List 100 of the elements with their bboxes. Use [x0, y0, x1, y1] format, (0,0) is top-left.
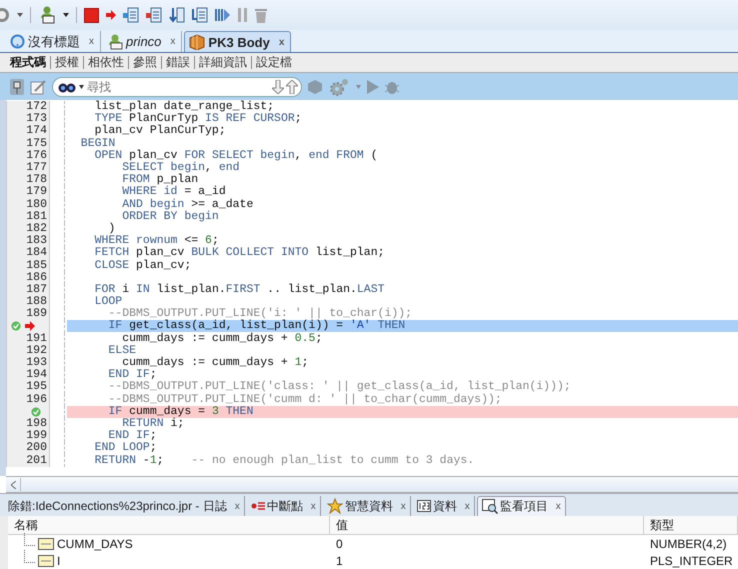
- package-icon: [189, 34, 206, 50]
- line-number: 182: [26, 222, 47, 235]
- line-number: 189: [26, 308, 47, 320]
- line-number: 180: [26, 198, 47, 211]
- code-line: SELECT begin, end: [121, 162, 241, 174]
- step-to-end-icon[interactable]: [192, 7, 208, 23]
- line-number: 173: [26, 113, 47, 126]
- close-icon[interactable]: x: [234, 500, 240, 512]
- step-out-icon[interactable]: [169, 7, 185, 23]
- step-over-icon[interactable]: [123, 7, 139, 23]
- step-into-icon[interactable]: [146, 7, 162, 23]
- edit-icon[interactable]: [30, 78, 46, 94]
- close-icon[interactable]: x: [400, 500, 406, 512]
- line-number: 185: [26, 260, 47, 272]
- code-line: --DBMS_OUTPUT.PUT_LINE('cumm d: ' || to_char(cumm_days));: [107, 394, 503, 406]
- resume-icon[interactable]: [215, 8, 231, 22]
- caret-icon[interactable]: [63, 13, 69, 17]
- tab[interactable]: 程式碼: [6, 56, 51, 69]
- code-line: OPEN plan_cv FOR SELECT begin, end FROM (: [94, 150, 379, 162]
- down-arrow-icon[interactable]: [272, 80, 284, 94]
- line-number: 201: [26, 454, 47, 467]
- code-line: LOOP: [94, 296, 122, 308]
- line-number: 198: [26, 418, 47, 430]
- line-number: 200: [26, 442, 47, 454]
- line-number: 178: [26, 174, 47, 186]
- code-line: AND begin >= a_date: [121, 198, 254, 211]
- code-line: END LOOP;: [94, 442, 158, 454]
- caret-icon[interactable]: [79, 84, 84, 88]
- close-icon[interactable]: x: [170, 36, 176, 47]
- code-line: list_plan date_range_list;: [94, 101, 274, 114]
- line-number: 192: [26, 344, 47, 357]
- line-number: 177: [26, 162, 47, 174]
- line-number: 183: [26, 235, 47, 248]
- watch-icon: [482, 499, 498, 514]
- table-cell-text: PLS_INTEGER: [649, 552, 734, 569]
- editor-tab[interactable]: PK3 Body x: [184, 31, 292, 52]
- tab[interactable]: 詳細資訊: [195, 56, 252, 69]
- column-header[interactable]: 值: [330, 516, 644, 535]
- code-line: FROM p_plan: [121, 174, 198, 186]
- caret-icon[interactable]: [17, 13, 23, 17]
- line-number: 176: [26, 150, 47, 162]
- code-line: ): [107, 222, 116, 235]
- code-line: END IF;: [107, 369, 157, 382]
- close-icon[interactable]: x: [89, 36, 94, 47]
- column-header[interactable]: 類型: [644, 516, 738, 535]
- tab[interactable]: 設定檔: [252, 56, 296, 69]
- number-icon: [416, 500, 431, 512]
- code-line: FETCH plan_cv BULK COLLECT INTO list_plan;: [94, 247, 386, 260]
- close-icon[interactable]: x: [464, 500, 470, 512]
- code-line: cumm_days := cumm_days + 1;: [122, 357, 310, 370]
- arrow-icon[interactable]: [106, 10, 116, 20]
- editor-tab[interactable]: princo x: [103, 31, 182, 52]
- line-number: 175: [26, 138, 47, 150]
- binoculars-icon[interactable]: [58, 80, 78, 92]
- column-header[interactable]: 名稱: [8, 516, 330, 535]
- horizontal-scrollbar[interactable]: [6, 476, 738, 493]
- trash-icon[interactable]: [255, 8, 267, 22]
- variable-name: I: [57, 554, 60, 568]
- code-line: cumm_days := cumm_days + 0.5;: [121, 332, 324, 345]
- code-line: END IF;: [108, 430, 158, 442]
- line-number: 184: [26, 247, 47, 260]
- code-line: TYPE PlanCurTyp IS REF CURSOR;: [94, 113, 303, 126]
- tab[interactable]: 相依性: [84, 56, 129, 69]
- close-icon[interactable]: x: [310, 500, 316, 512]
- line-number: 194: [26, 369, 47, 382]
- code-line: ELSE: [107, 344, 136, 357]
- line-number: 179: [26, 186, 47, 198]
- line-number: 172: [26, 101, 47, 114]
- editor-tab[interactable]: 沒有標題 x: [6, 31, 101, 52]
- code-line: RETURN -1; -- no enough plan_list to cumm to 3 days.: [94, 454, 476, 467]
- line-number: 181: [26, 210, 47, 223]
- line-number: 186: [26, 272, 47, 284]
- close-icon[interactable]: x: [278, 36, 284, 48]
- pin-icon[interactable]: [10, 78, 24, 94]
- code-line: FOR i IN list_plan.FIRST .. list_plan.LAST: [94, 284, 386, 296]
- code-line: BEGIN: [80, 138, 116, 150]
- tab[interactable]: 錯誤: [162, 56, 195, 69]
- tab[interactable]: 授權: [51, 56, 84, 69]
- code-line: plan_cv PlanCurTyp;: [94, 125, 227, 138]
- table-cell-text: NUMBER(4,2): [649, 536, 728, 552]
- code-line: CLOSE plan_cv;: [94, 260, 192, 272]
- code-line: WHERE id = a_id: [121, 186, 227, 198]
- up-arrow-icon[interactable]: [286, 80, 298, 94]
- code-line: ORDER BY begin: [121, 210, 220, 223]
- breakpoint-list-icon: [250, 501, 265, 511]
- line-number: 187: [26, 284, 47, 296]
- code-line: RETURN i;: [121, 418, 186, 430]
- tab[interactable]: 參照: [129, 56, 162, 69]
- line-number: 195: [26, 381, 47, 394]
- close-icon[interactable]: x: [556, 501, 561, 512]
- code-line: --DBMS_OUTPUT.PUT_LINE('class: ' || get_class(a_id, list_plan(i)));: [107, 381, 572, 394]
- code-line: --DBMS_OUTPUT.PUT_LINE('i: ' || to_char(i));: [107, 308, 414, 320]
- variable-icon: [38, 554, 54, 566]
- variable-name: CUMM_DAYS: [57, 536, 133, 550]
- stop-icon[interactable]: [84, 8, 99, 22]
- panel-tab[interactable]: 監看項目 x: [476, 496, 566, 516]
- search-field[interactable]: 尋找: [52, 76, 302, 96]
- line-number: 191: [26, 332, 47, 345]
- variable-icon: [38, 538, 54, 550]
- star-icon: [326, 498, 343, 514]
